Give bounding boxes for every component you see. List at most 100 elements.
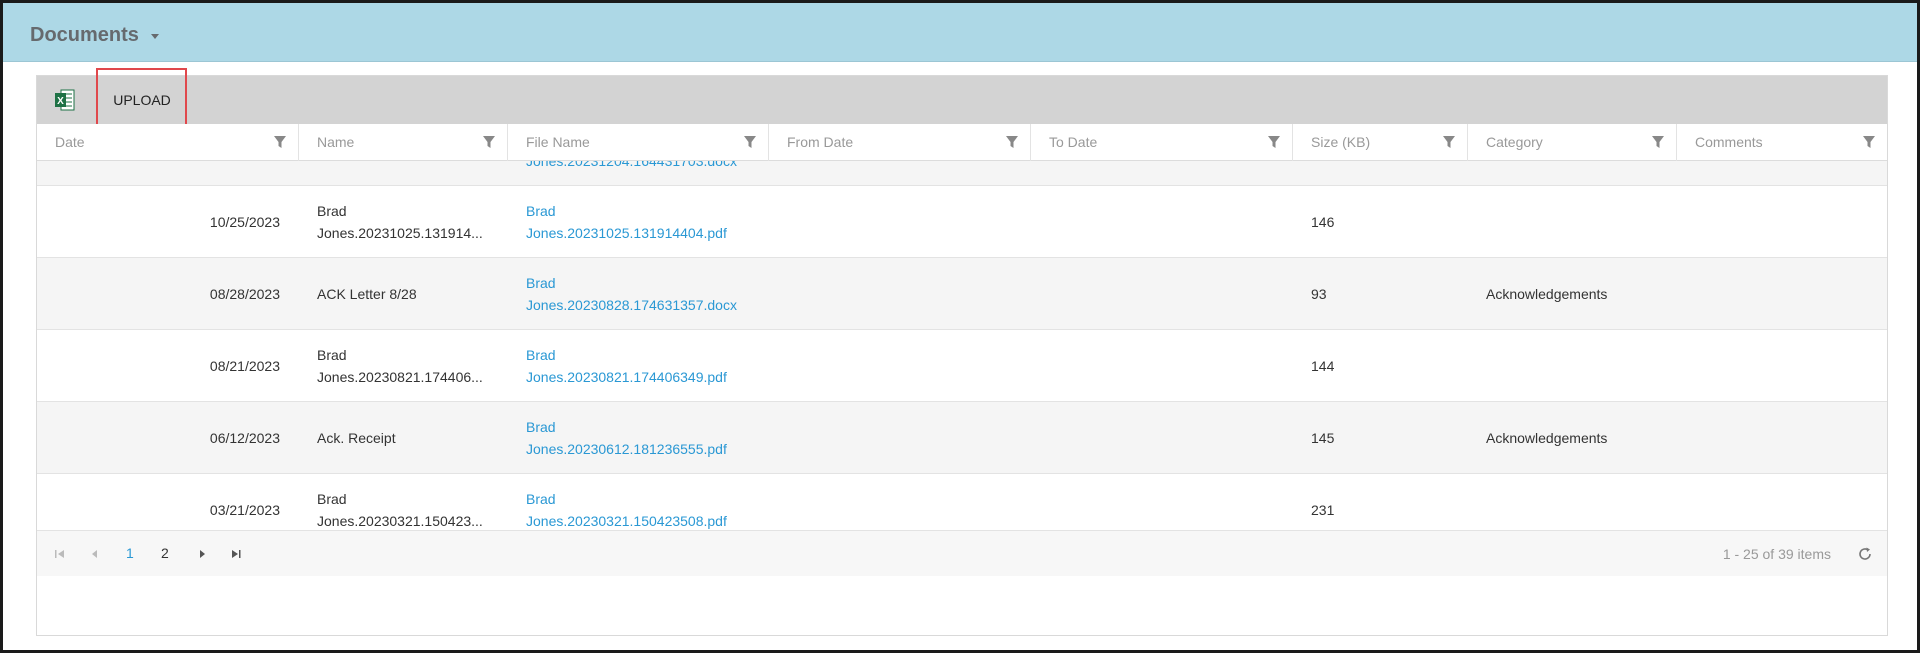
column-header-name[interactable]: Name	[299, 124, 508, 161]
page-title[interactable]: Documents	[30, 24, 139, 47]
column-header-comments[interactable]: Comments	[1677, 124, 1887, 161]
cell-from-date	[769, 186, 1031, 258]
cell-size: 144	[1311, 358, 1335, 374]
filter-icon[interactable]	[1268, 136, 1280, 149]
cell-from-date	[769, 474, 1031, 530]
cell-from-date	[769, 402, 1031, 474]
page-2-button[interactable]: 2	[161, 545, 169, 561]
name-line: Jones.20230321.150423...	[317, 513, 483, 529]
cell-name: Ack. Receipt	[299, 402, 508, 474]
file-link[interactable]: Brad Jones.20230828.174631357.docx	[508, 258, 769, 330]
cell-size: 93	[1311, 286, 1327, 302]
cell-category	[1468, 474, 1677, 530]
app-frame: Documents X UPLOAD Date Name File Name F…	[0, 0, 1920, 653]
cell-date: 08/28/2023	[209, 286, 280, 302]
column-header-size[interactable]: Size (KB)	[1293, 124, 1468, 161]
file-link[interactable]: Brad Jones.20230321.150423508.pdf	[508, 474, 769, 530]
cell-to-date	[1031, 330, 1293, 402]
documents-grid: X UPLOAD Date Name File Name From Date T…	[36, 68, 1888, 636]
column-header-to-date[interactable]: To Date	[1031, 124, 1293, 161]
prev-page-icon[interactable]	[90, 549, 100, 559]
table-row[interactable]: 08/21/2023 Brad Jones.20230821.174406... …	[37, 330, 1887, 402]
filter-icon[interactable]	[1443, 136, 1455, 149]
cell-to-date	[1031, 258, 1293, 330]
cell-date: 06/12/2023	[209, 430, 280, 446]
file-link[interactable]: Brad Jones.20231025.131914404.pdf	[508, 186, 769, 258]
file-link-line: Jones.20231025.131914404.pdf	[526, 225, 727, 241]
cell-name: ACK Letter 8/28	[299, 258, 508, 330]
filter-icon[interactable]	[1652, 136, 1664, 149]
grid-toolbar: X UPLOAD	[37, 68, 1887, 131]
first-page-icon[interactable]	[55, 549, 65, 559]
table-row[interactable]: 06/12/2023 Ack. Receipt Brad Jones.202306…	[37, 402, 1887, 474]
column-header-label: From Date	[787, 134, 854, 150]
cell-comments	[1677, 330, 1887, 402]
cell-comments	[1677, 186, 1887, 258]
table-row[interactable]: 10/25/2023 Brad Jones.20231025.131914... …	[37, 186, 1887, 258]
cell-from-date	[769, 330, 1031, 402]
grid-body[interactable]: Jones.20231204.164431703.docx 10/25/2023…	[37, 161, 1887, 530]
column-header-label: Size (KB)	[1311, 134, 1371, 150]
cell-to-date	[1031, 186, 1293, 258]
filter-icon[interactable]	[1863, 136, 1875, 149]
cell-name: Brad Jones.20230321.150423...	[299, 474, 508, 530]
filter-icon[interactable]	[744, 136, 756, 149]
cell-comments	[1677, 402, 1887, 474]
file-link-line: Brad	[526, 275, 556, 291]
file-link-line: Brad	[526, 419, 556, 435]
cell-from-date	[769, 258, 1031, 330]
cell-name: Brad Jones.20230821.174406...	[299, 330, 508, 402]
column-header-label: To Date	[1049, 134, 1098, 150]
cell-date: 08/21/2023	[209, 358, 280, 374]
column-header-label: Comments	[1695, 134, 1763, 150]
grid-header-row: Date Name File Name From Date To Date Si…	[37, 124, 1887, 161]
svg-text:X: X	[57, 96, 64, 107]
cell-comments	[1677, 474, 1887, 530]
cell-category	[1468, 186, 1677, 258]
filter-icon[interactable]	[274, 136, 286, 149]
grid-pager: 1 2 1 - 25 of 39 items	[37, 530, 1887, 576]
column-header-date[interactable]: Date	[37, 124, 299, 161]
cell-comments	[1677, 258, 1887, 330]
cell-category: Acknowledgements	[1486, 430, 1608, 446]
filter-icon[interactable]	[1006, 136, 1018, 149]
table-row[interactable]: Jones.20231204.164431703.docx	[37, 161, 1887, 186]
file-link-line: Jones.20230321.150423508.pdf	[526, 513, 727, 529]
cell-to-date	[1031, 402, 1293, 474]
excel-icon[interactable]: X	[55, 89, 75, 111]
cell-size: 231	[1311, 502, 1335, 518]
cell-name: Brad Jones.20231025.131914...	[299, 186, 508, 258]
column-header-from-date[interactable]: From Date	[769, 124, 1031, 161]
last-page-icon[interactable]	[231, 549, 241, 559]
file-link[interactable]: Brad Jones.20230612.181236555.pdf	[508, 402, 769, 474]
table-row[interactable]: 08/28/2023 ACK Letter 8/28 Brad Jones.202…	[37, 258, 1887, 330]
column-header-label: Date	[55, 134, 85, 150]
file-link-line: Brad	[526, 347, 556, 363]
pager-info: 1 - 25 of 39 items	[1722, 546, 1831, 562]
name-line: ACK Letter 8/28	[317, 286, 417, 302]
name-line: Ack. Receipt	[317, 430, 396, 446]
file-link-line: Brad	[526, 203, 556, 219]
table-row[interactable]: 03/21/2023 Brad Jones.20230321.150423... …	[37, 474, 1887, 530]
name-line: Jones.20231025.131914...	[317, 225, 483, 241]
name-line: Jones.20230821.174406...	[317, 369, 483, 385]
page-1-button[interactable]: 1	[126, 545, 134, 561]
cell-size: 146	[1311, 214, 1335, 230]
cell-date: 03/21/2023	[209, 502, 280, 518]
file-link-line: Brad	[526, 491, 556, 507]
cell-category: Acknowledgements	[1486, 286, 1608, 302]
cell-date: 10/25/2023	[209, 214, 280, 230]
name-line: Brad	[317, 203, 347, 219]
file-link[interactable]: Brad Jones.20230821.174406349.pdf	[508, 330, 769, 402]
refresh-icon[interactable]	[1857, 546, 1873, 562]
column-header-label: File Name	[526, 134, 590, 150]
upload-button[interactable]: UPLOAD	[97, 76, 187, 124]
column-header-file-name[interactable]: File Name	[508, 124, 769, 161]
cell-to-date	[1031, 474, 1293, 530]
next-page-icon[interactable]	[197, 549, 207, 559]
caret-down-icon[interactable]	[151, 34, 159, 39]
column-header-category[interactable]: Category	[1468, 124, 1677, 161]
file-link[interactable]: Jones.20231204.164431703.docx	[526, 161, 737, 169]
name-line: Brad	[317, 347, 347, 363]
filter-icon[interactable]	[483, 136, 495, 149]
